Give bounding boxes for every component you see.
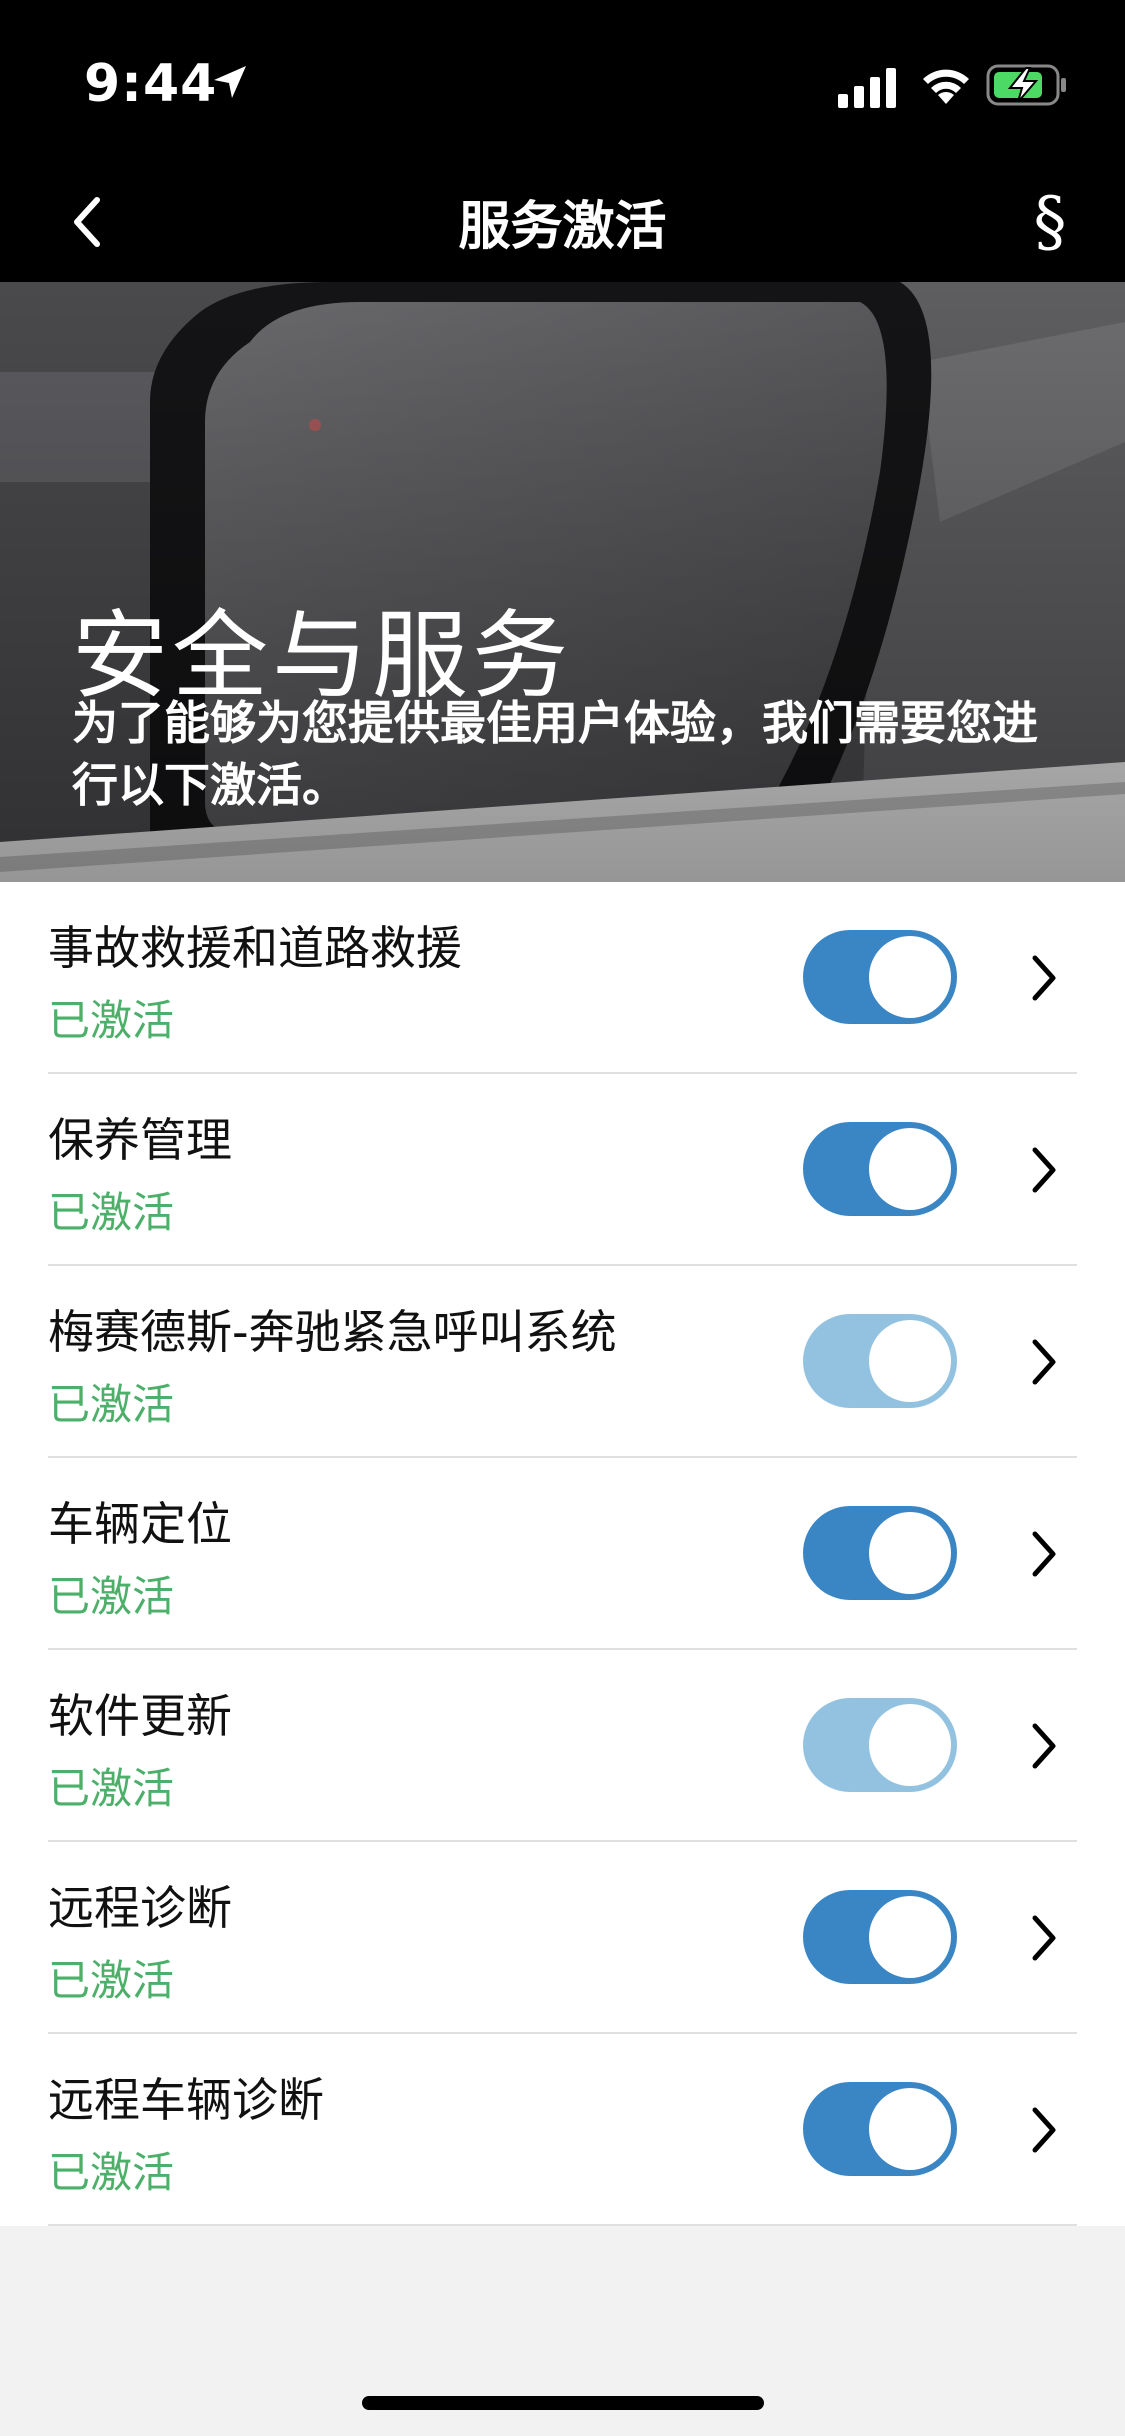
service-row-accident-assistance[interactable]: 事故救援和道路救援 已激活 xyxy=(0,882,1125,1074)
location-arrow-icon xyxy=(214,66,246,98)
status-bar: 9:44 xyxy=(0,0,1125,160)
service-toggle[interactable] xyxy=(803,2082,957,2176)
service-toggle[interactable] xyxy=(803,1698,957,1792)
service-title: 车辆定位 xyxy=(48,1497,232,1551)
service-list: 事故救援和道路救援 已激活 保养管理 已激活 梅赛德斯-奔驰紧急呼叫系统 已激活… xyxy=(0,882,1125,2226)
toggle-knob xyxy=(869,936,951,1018)
toggle-knob xyxy=(869,1320,951,1402)
service-toggle[interactable] xyxy=(803,1314,957,1408)
chevron-right-icon[interactable] xyxy=(1024,1336,1064,1388)
service-status: 已激活 xyxy=(48,1572,175,1621)
home-indicator[interactable] xyxy=(362,2396,764,2410)
chevron-right-icon[interactable] xyxy=(1024,2104,1064,2156)
service-status: 已激活 xyxy=(48,1188,175,1237)
service-status: 已激活 xyxy=(48,2148,175,2197)
service-status: 已激活 xyxy=(48,1380,175,1429)
service-row-software-update[interactable]: 软件更新 已激活 xyxy=(0,1650,1125,1842)
service-status: 已激活 xyxy=(48,1956,175,2005)
cellular-signal-icon xyxy=(838,68,896,108)
service-title: 保养管理 xyxy=(48,1113,232,1167)
page-title: 服务激活 xyxy=(458,196,667,257)
chevron-right-icon[interactable] xyxy=(1024,1528,1064,1580)
service-title: 软件更新 xyxy=(48,1689,232,1743)
service-row-remote-diagnosis[interactable]: 远程诊断 已激活 xyxy=(0,1842,1125,2034)
divider xyxy=(48,2224,1077,2226)
chevron-right-icon[interactable] xyxy=(1024,1912,1064,1964)
battery-charging-icon xyxy=(986,64,1066,106)
service-title: 事故救援和道路救援 xyxy=(48,921,462,975)
service-toggle[interactable] xyxy=(803,1122,957,1216)
chevron-right-icon[interactable] xyxy=(1024,1144,1064,1196)
service-toggle[interactable] xyxy=(803,930,957,1024)
toggle-knob xyxy=(869,1896,951,1978)
wifi-icon xyxy=(923,69,969,104)
service-title: 远程车辆诊断 xyxy=(48,2073,324,2127)
toggle-knob xyxy=(869,1512,951,1594)
legal-notice-button[interactable]: § xyxy=(1015,180,1085,262)
status-time: 9:44 xyxy=(84,54,218,114)
service-toggle[interactable] xyxy=(803,1890,957,1984)
hero-banner: 安全与服务 为了能够为您提供最佳用户体验，我们需要您进行以下激活。 xyxy=(0,282,1125,882)
toggle-knob xyxy=(869,1704,951,1786)
chevron-right-icon[interactable] xyxy=(1024,1720,1064,1772)
service-toggle[interactable] xyxy=(803,1506,957,1600)
nav-bar: 服务激活 § xyxy=(0,160,1125,282)
toggle-knob xyxy=(869,2088,951,2170)
service-row-emergency-call[interactable]: 梅赛德斯-奔驰紧急呼叫系统 已激活 xyxy=(0,1266,1125,1458)
service-status: 已激活 xyxy=(48,1764,175,1813)
chevron-left-icon xyxy=(74,197,100,247)
back-button[interactable] xyxy=(56,182,116,262)
service-title: 远程诊断 xyxy=(48,1881,232,1935)
hero-subtitle: 为了能够为您提供最佳用户体验，我们需要您进行以下激活。 xyxy=(72,696,1038,812)
toggle-knob xyxy=(869,1128,951,1210)
service-row-remote-vehicle-diagnosis[interactable]: 远程车辆诊断 已激活 xyxy=(0,2034,1125,2226)
service-status: 已激活 xyxy=(48,996,175,1045)
chevron-right-icon[interactable] xyxy=(1024,952,1064,1004)
service-title: 梅赛德斯-奔驰紧急呼叫系统 xyxy=(48,1305,617,1359)
service-row-vehicle-location[interactable]: 车辆定位 已激活 xyxy=(0,1458,1125,1650)
service-row-maintenance[interactable]: 保养管理 已激活 xyxy=(0,1074,1125,1266)
